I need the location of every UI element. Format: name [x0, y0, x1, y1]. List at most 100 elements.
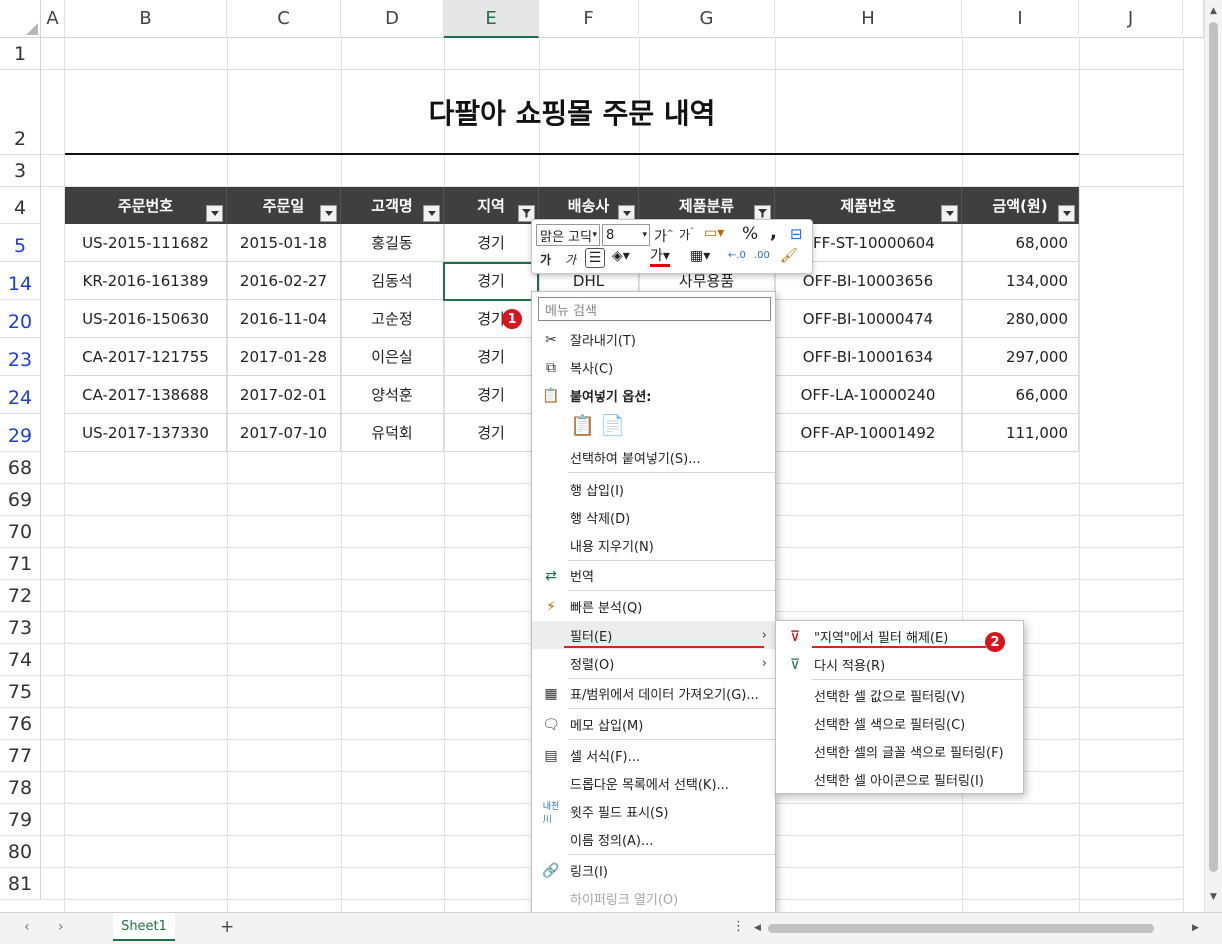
menu-item-quick-analysis[interactable]: ⚡ 빠른 분석(Q) — [532, 592, 775, 620]
col-header-a[interactable]: A — [41, 0, 65, 38]
table-cell[interactable]: US-2016-150630 — [65, 300, 227, 338]
filter-dropdown-icon[interactable] — [1058, 205, 1075, 222]
row-header[interactable]: 74 — [0, 644, 41, 676]
table-cell[interactable]: 경기 — [444, 414, 539, 452]
row-header[interactable]: 75 — [0, 676, 41, 708]
submenu-filter-by-font-color[interactable]: 선택한 셀의 글꼴 색으로 필터링(F) — [776, 737, 1023, 765]
increase-decimal-icon[interactable]: ←.0 — [728, 250, 746, 261]
menu-item-get-data[interactable]: ▦ 표/범위에서 데이터 가져오기(G)... — [532, 679, 775, 707]
align-center-icon[interactable]: ☰ — [585, 248, 605, 268]
row-header[interactable]: 4 — [0, 187, 41, 224]
table-cell[interactable]: 111,000 — [962, 414, 1079, 452]
menu-item-paste-special[interactable]: 선택하여 붙여넣기(S)... — [532, 443, 775, 471]
table-cell[interactable]: 고순정 — [341, 300, 444, 338]
col-header-g[interactable]: G — [639, 0, 775, 38]
next-sheet-icon[interactable]: › — [58, 919, 64, 935]
row-header[interactable]: 29 — [0, 414, 41, 452]
menu-item-delete-row[interactable]: 행 삭제(D) — [532, 503, 775, 531]
paste-values-icon[interactable]: 📄 — [600, 413, 625, 437]
increase-font-icon[interactable]: 가^ — [654, 226, 674, 246]
row-header[interactable]: 68 — [0, 452, 41, 484]
col-header-h[interactable]: H — [775, 0, 962, 38]
row-header[interactable]: 71 — [0, 548, 41, 580]
table-cell[interactable]: CA-2017-121755 — [65, 338, 227, 376]
scroll-left-icon[interactable]: ◀ — [754, 923, 761, 933]
table-cell[interactable]: 66,000 — [962, 376, 1079, 414]
col-header-d[interactable]: D — [341, 0, 444, 38]
row-header[interactable]: 69 — [0, 484, 41, 516]
paste-option-icon[interactable]: 📋 — [570, 413, 595, 437]
row-header[interactable]: 70 — [0, 516, 41, 548]
menu-item-insert-row[interactable]: 행 삽입(I) — [532, 475, 775, 503]
menu-item-translate[interactable]: ⇄ 번역 — [532, 561, 775, 589]
row-header[interactable]: 1 — [0, 38, 41, 70]
row-header[interactable]: 14 — [0, 262, 41, 300]
menu-item-cut[interactable]: ✂ 잘라내기(T) — [532, 325, 775, 353]
table-cell[interactable]: 68,000 — [962, 224, 1079, 262]
col-header-i[interactable]: I — [962, 0, 1079, 38]
table-cell[interactable]: 양석훈 — [341, 376, 444, 414]
table-cell[interactable]: OFF-LA-10000240 — [775, 376, 962, 414]
vertical-scroll-thumb[interactable] — [1209, 22, 1218, 872]
row-header[interactable]: 76 — [0, 708, 41, 740]
table-cell[interactable]: 2016-02-27 — [227, 262, 341, 300]
menu-item-define-name[interactable]: 이름 정의(A)... — [532, 825, 775, 853]
font-color-icon[interactable]: 가▾ — [650, 248, 670, 267]
borders-icon[interactable]: ▦▾ — [690, 248, 710, 264]
col-header-b[interactable]: B — [65, 0, 227, 38]
col-header-k[interactable] — [1183, 0, 1204, 38]
menu-item-filter[interactable]: 필터(E) › — [532, 621, 775, 649]
row-header[interactable]: 3 — [0, 155, 41, 187]
row-header[interactable]: 79 — [0, 804, 41, 836]
font-size-box[interactable]: 8 ▾ — [602, 224, 650, 246]
bold-icon[interactable]: 가 — [540, 251, 551, 268]
select-all-corner[interactable] — [0, 0, 41, 38]
table-cell[interactable]: 2017-01-28 — [227, 338, 341, 376]
table-cell[interactable]: 경기 — [444, 224, 539, 262]
horizontal-scroll-thumb[interactable] — [768, 924, 1154, 933]
more-options-icon[interactable]: ⋮ — [732, 919, 745, 934]
table-cell[interactable]: 297,000 — [962, 338, 1079, 376]
scroll-right-icon[interactable]: ▶ — [1192, 923, 1199, 933]
table-cell[interactable]: 2016-11-04 — [227, 300, 341, 338]
table-cell[interactable]: 경기 — [444, 338, 539, 376]
col-header-f[interactable]: F — [539, 0, 639, 38]
table-cell[interactable]: 2017-02-01 — [227, 376, 341, 414]
table-cell[interactable]: 134,000 — [962, 262, 1079, 300]
submenu-filter-by-cell-color[interactable]: 선택한 셀 색으로 필터링(C) — [776, 709, 1023, 737]
col-header-e[interactable]: E — [444, 0, 539, 38]
decrease-font-icon[interactable]: 가ˇ — [679, 226, 694, 243]
table-cell[interactable]: 2017-07-10 — [227, 414, 341, 452]
table-cell[interactable]: KR-2016-161389 — [65, 262, 227, 300]
row-header[interactable]: 77 — [0, 740, 41, 772]
table-cell[interactable]: OFF-BI-10001634 — [775, 338, 962, 376]
row-header[interactable]: 72 — [0, 580, 41, 612]
wrap-text-icon[interactable]: ⊟ — [790, 225, 803, 243]
col-header-j[interactable]: J — [1079, 0, 1183, 38]
table-cell[interactable]: 유덕회 — [341, 414, 444, 452]
menu-item-copy[interactable]: ⧉ 복사(C) — [532, 353, 775, 381]
table-cell[interactable]: OFF-BI-10000474 — [775, 300, 962, 338]
menu-item-format-cells[interactable]: ▤ 셀 서식(F)... — [532, 741, 775, 769]
row-header[interactable]: 81 — [0, 868, 41, 900]
fill-color-icon[interactable]: ◈▾ — [612, 248, 630, 264]
table-cell[interactable]: US-2017-137330 — [65, 414, 227, 452]
filter-dropdown-icon[interactable] — [423, 205, 440, 222]
table-cell[interactable]: 280,000 — [962, 300, 1079, 338]
prev-sheet-icon[interactable]: ‹ — [24, 919, 30, 935]
menu-item-dropdown-pick[interactable]: 드롭다운 목록에서 선택(K)... — [532, 769, 775, 797]
scroll-up-icon[interactable]: ▲ — [1210, 6, 1217, 16]
table-cell[interactable]: CA-2017-138688 — [65, 376, 227, 414]
row-header[interactable]: 24 — [0, 376, 41, 414]
table-cell[interactable]: OFF-AP-10001492 — [775, 414, 962, 452]
table-cell[interactable]: 이은실 — [341, 338, 444, 376]
submenu-filter-by-value[interactable]: 선택한 셀 값으로 필터링(V) — [776, 681, 1023, 709]
table-cell[interactable]: 홍길동 — [341, 224, 444, 262]
col-header-c[interactable]: C — [227, 0, 341, 38]
menu-item-phonetic[interactable]: 내천 川 윗주 필드 표시(S) — [532, 797, 775, 825]
submenu-reapply[interactable]: ⊽ 다시 적용(R) — [776, 650, 1023, 678]
filter-dropdown-icon[interactable] — [206, 205, 223, 222]
table-cell[interactable]: 경기 — [444, 300, 539, 338]
row-header[interactable]: 2 — [0, 70, 41, 155]
row-header[interactable]: 73 — [0, 612, 41, 644]
